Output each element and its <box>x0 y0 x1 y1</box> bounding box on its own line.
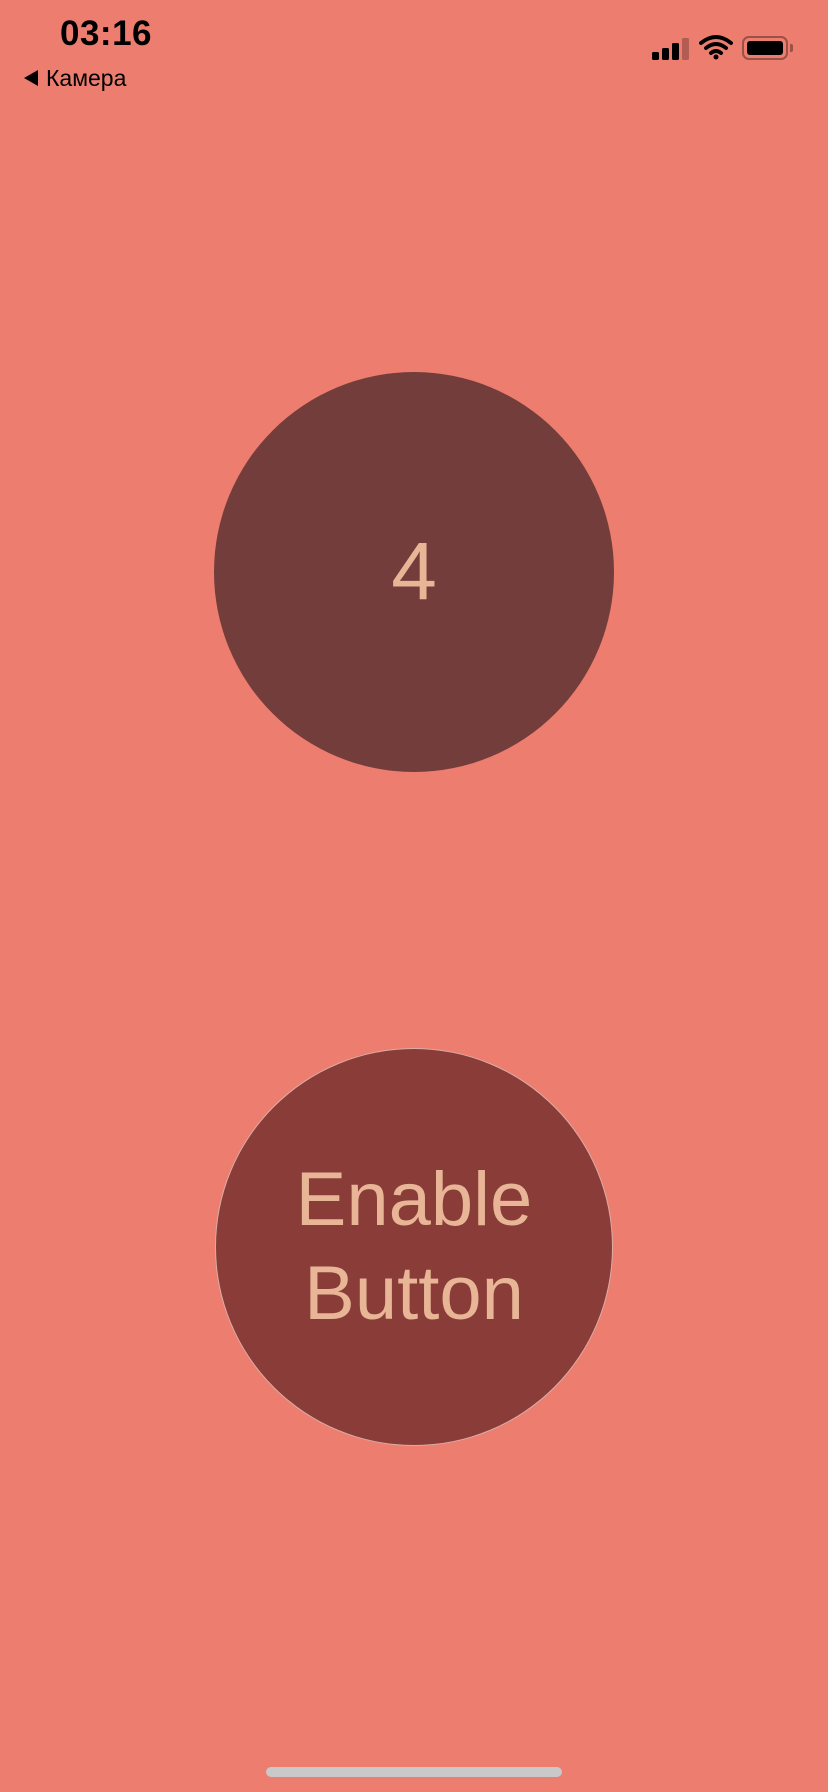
back-arrow-icon <box>24 70 38 86</box>
counter-value: 4 <box>391 526 437 617</box>
status-time: 03:16 <box>60 14 153 53</box>
home-indicator[interactable] <box>266 1767 562 1777</box>
counter-circle: 4 <box>214 372 614 772</box>
cellular-signal-icon <box>652 36 692 60</box>
enable-button[interactable]: Enable Button <box>215 1048 613 1446</box>
signal-bar <box>662 48 669 60</box>
back-to-camera-link[interactable]: Камера <box>24 62 126 94</box>
battery-cap <box>790 44 793 52</box>
battery-level <box>747 41 783 55</box>
battery-icon <box>742 36 794 60</box>
signal-bar <box>652 52 659 60</box>
enable-button-label: Enable Button <box>295 1157 533 1336</box>
back-label: Камера <box>46 64 127 91</box>
wifi-icon <box>699 35 733 60</box>
battery-body <box>742 36 788 60</box>
signal-bar <box>682 38 689 60</box>
app-screen: 03:16 Камера 4 Enable Button <box>0 0 828 1792</box>
signal-bar <box>672 43 679 60</box>
